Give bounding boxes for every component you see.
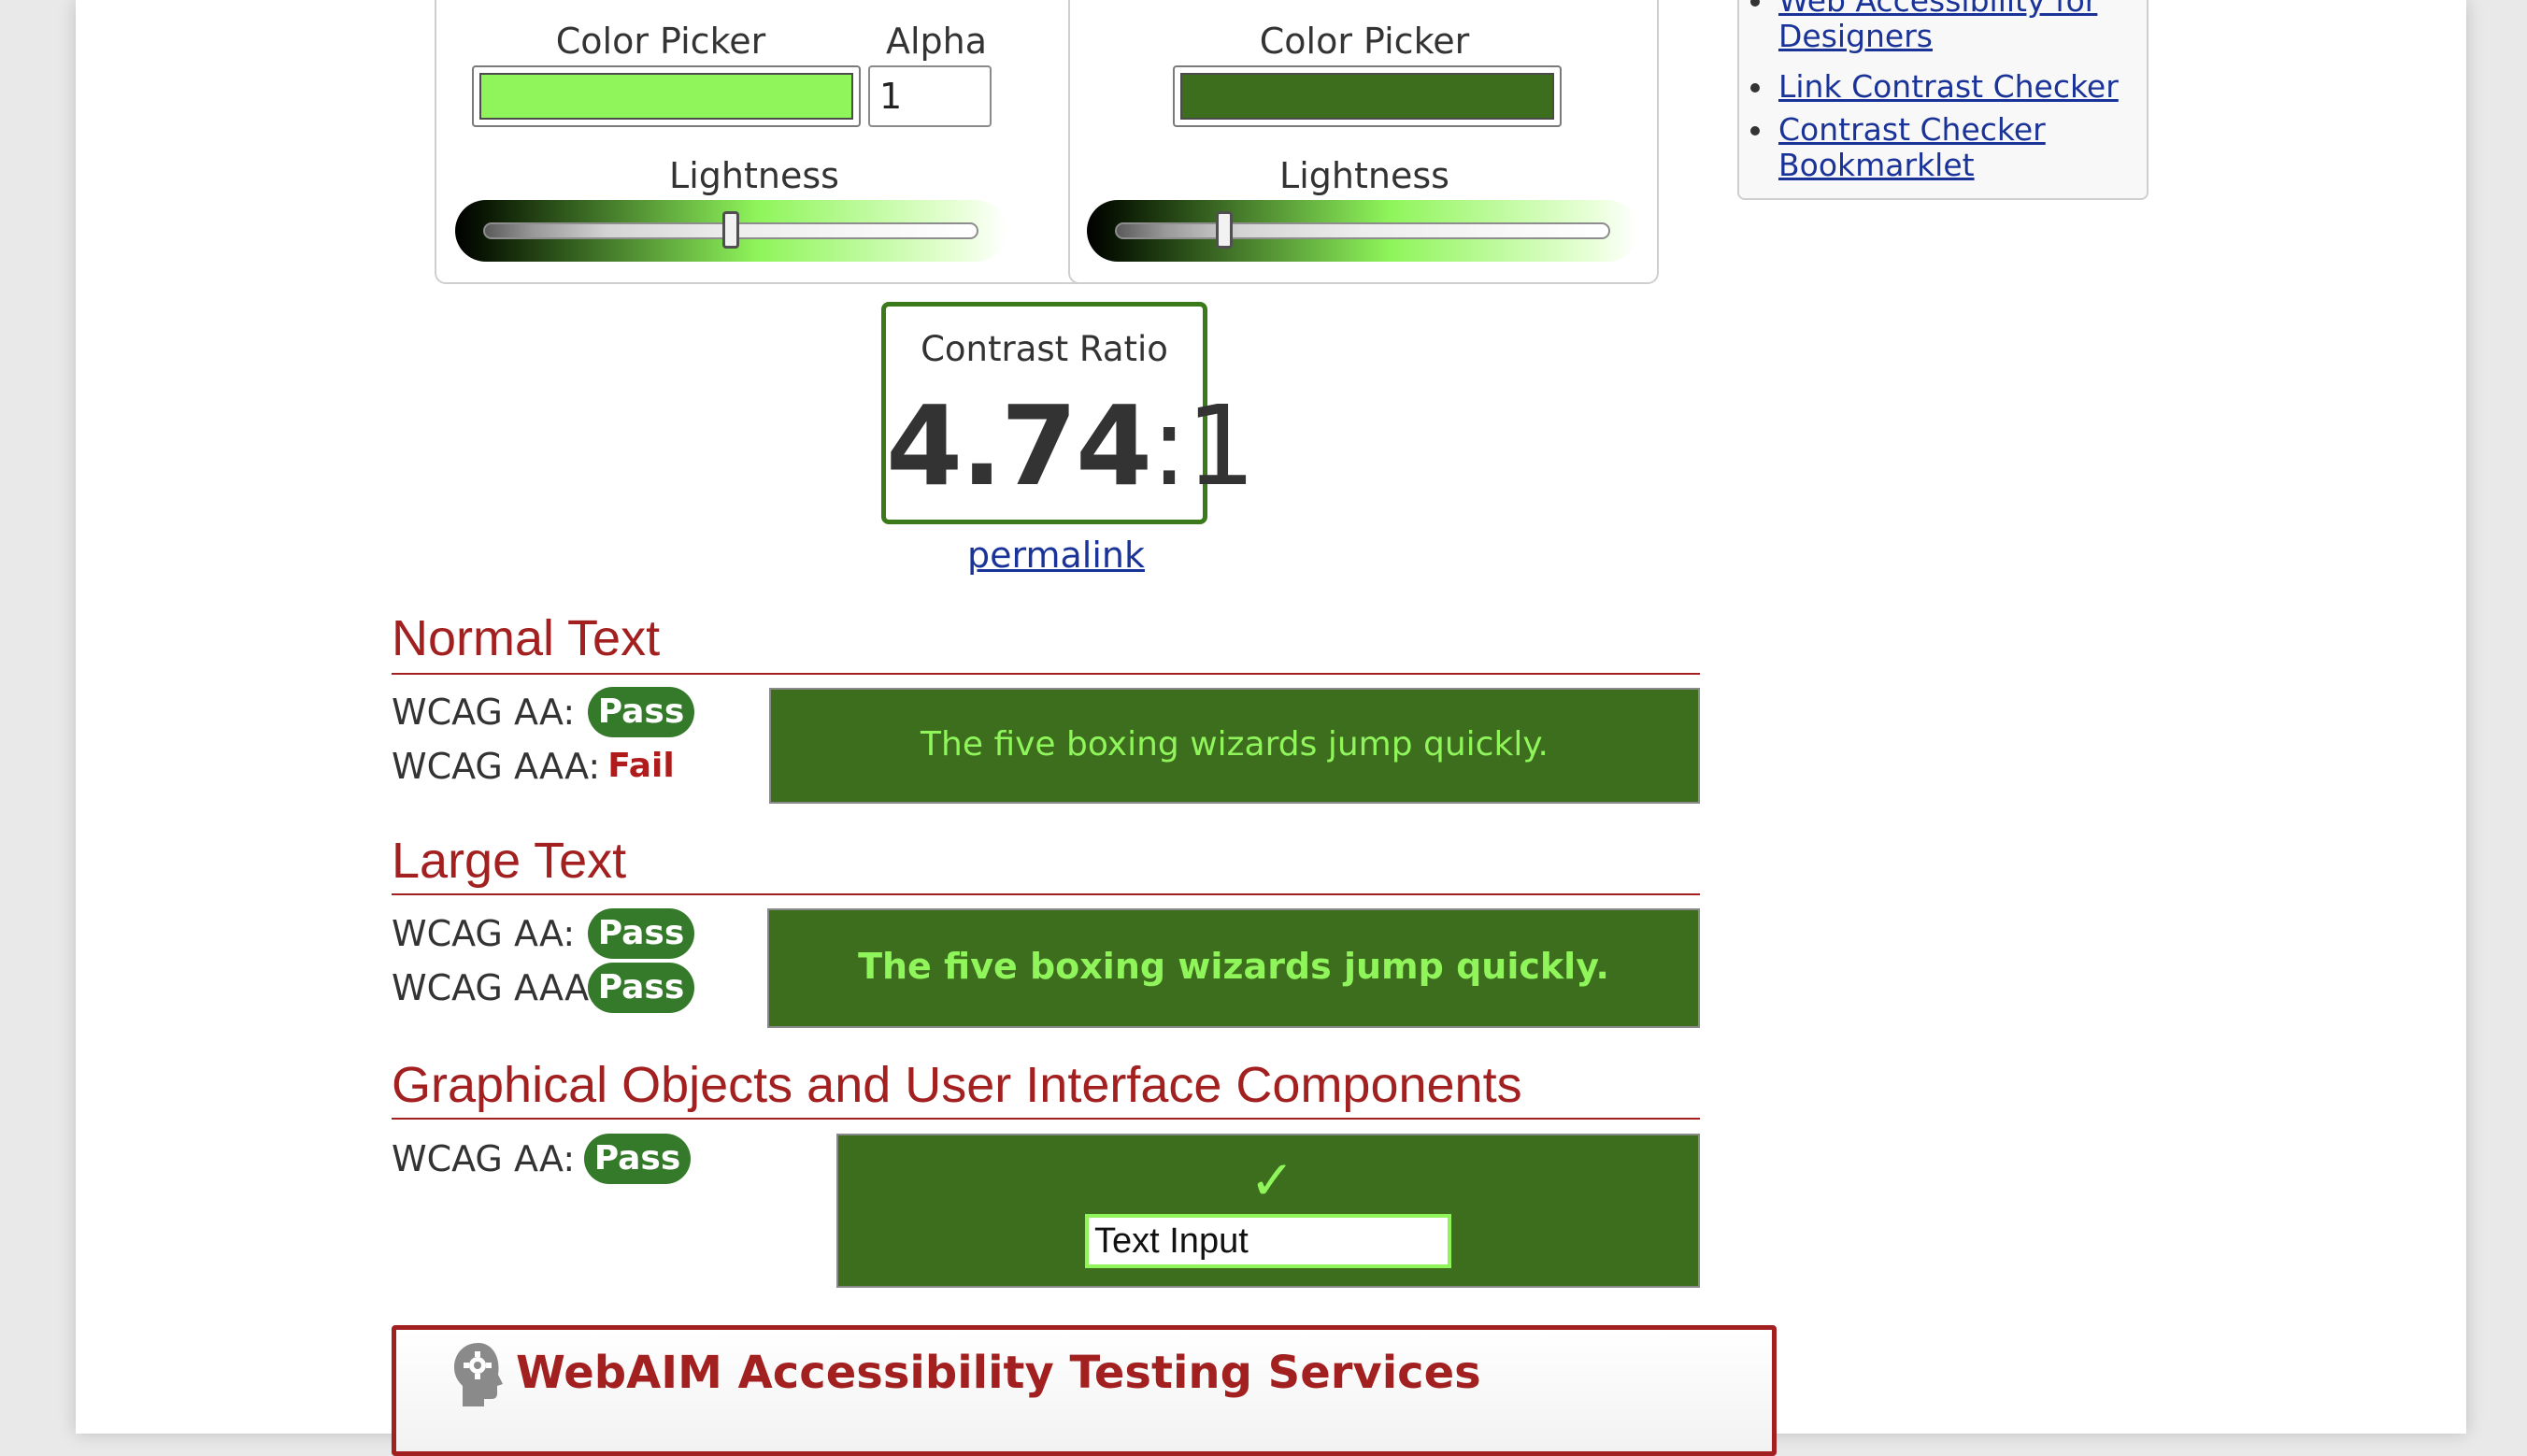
large-text-sample-text: The five boxing wizards jump quickly. <box>858 946 1609 987</box>
bullet-icon <box>1750 83 1760 93</box>
normal-text-sample-text: The five boxing wizards jump quickly. <box>921 725 1549 764</box>
normal-text-heading: Normal Text <box>392 610 661 666</box>
background-lightness-label: Lightness <box>1279 155 1449 196</box>
large-aa-label: WCAG AA: <box>392 913 576 954</box>
alpha-label: Alpha <box>885 21 988 62</box>
normal-text-rule <box>392 673 1700 675</box>
large-text-sample: The five boxing wizards jump quickly. <box>767 908 1700 1028</box>
contrast-ratio-value: 4.74:1 <box>886 381 1256 510</box>
background-picker-label: Color Picker <box>1259 21 1470 62</box>
contrast-ratio-suffix: 1 <box>1185 381 1256 510</box>
background-color-swatch <box>1180 73 1554 120</box>
background-picker-panel: Color Picker Lightness <box>1068 0 1659 284</box>
graphical-objects-sample: ✓ <box>836 1134 1700 1288</box>
normal-aaa-label: WCAG AAA: <box>392 746 601 787</box>
foreground-color-swatch <box>479 73 853 120</box>
bullet-icon <box>1750 0 1760 7</box>
foreground-lightness-slider[interactable] <box>455 200 1007 262</box>
bullet-icon <box>1750 126 1760 136</box>
contrast-ratio-number: 4.74 <box>886 381 1152 510</box>
page: Color Picker Alpha Lightness Color Picke… <box>76 0 2466 1456</box>
contrast-checker-bookmarklet-link[interactable]: Contrast Checker Bookmarklet <box>1778 112 2046 183</box>
web-accessibility-for-designers-link[interactable]: Web Accessibility for Designers <box>1778 0 2097 54</box>
normal-text-sample: The five boxing wizards jump quickly. <box>769 688 1700 804</box>
normal-aa-label: WCAG AA: <box>392 692 576 733</box>
link-contrast-checker-link[interactable]: Link Contrast Checker <box>1778 69 2119 105</box>
contrast-ratio-box: Contrast Ratio 4.74:1 <box>881 302 1256 524</box>
large-aaa-label: WCAG AAA: <box>392 967 601 1008</box>
foreground-color-swatch-button[interactable] <box>472 65 861 127</box>
foreground-lightness-label: Lightness <box>669 155 839 196</box>
foreground-lightness-thumb[interactable] <box>722 211 739 249</box>
check-icon: ✓ <box>1249 1149 1295 1212</box>
background-lightness-slider[interactable] <box>1087 200 1638 262</box>
testing-services-banner[interactable]: WebAIM Accessibility Testing Services <box>392 1325 1777 1456</box>
large-text-heading: Large Text <box>392 833 627 889</box>
graphical-objects-heading: Graphical Objects and User Interface Com… <box>392 1057 1522 1113</box>
large-aa-badge: Pass <box>588 908 694 959</box>
related-links-box: Web Accessibility for Designers Link Cont… <box>1737 0 2149 200</box>
alpha-input[interactable] <box>868 65 992 127</box>
permalink-link[interactable]: permalink <box>967 535 1145 576</box>
foreground-picker-label: Color Picker <box>555 21 766 62</box>
large-text-rule <box>392 893 1700 895</box>
graphical-aa-label: WCAG AA: <box>392 1138 576 1179</box>
graphical-aa-badge: Pass <box>584 1134 691 1184</box>
foreground-picker-panel: Color Picker Alpha Lightness <box>435 0 1102 284</box>
background-color-swatch-button[interactable] <box>1173 65 1562 127</box>
normal-aaa-badge: Fail <box>607 747 675 785</box>
testing-services-title: WebAIM Accessibility Testing Services <box>516 1347 1481 1399</box>
normal-aa-badge: Pass <box>588 687 694 737</box>
contrast-ratio-title: Contrast Ratio <box>921 329 1168 369</box>
background-lightness-thumb[interactable] <box>1215 211 1233 249</box>
gear-head-icon <box>454 1343 503 1406</box>
text-input-demo[interactable] <box>1085 1214 1451 1268</box>
contrast-ratio-colon: : <box>1150 381 1188 510</box>
graphical-objects-rule <box>392 1118 1700 1120</box>
background-lightness-track <box>1115 222 1610 239</box>
large-aaa-badge: Pass <box>588 963 694 1013</box>
